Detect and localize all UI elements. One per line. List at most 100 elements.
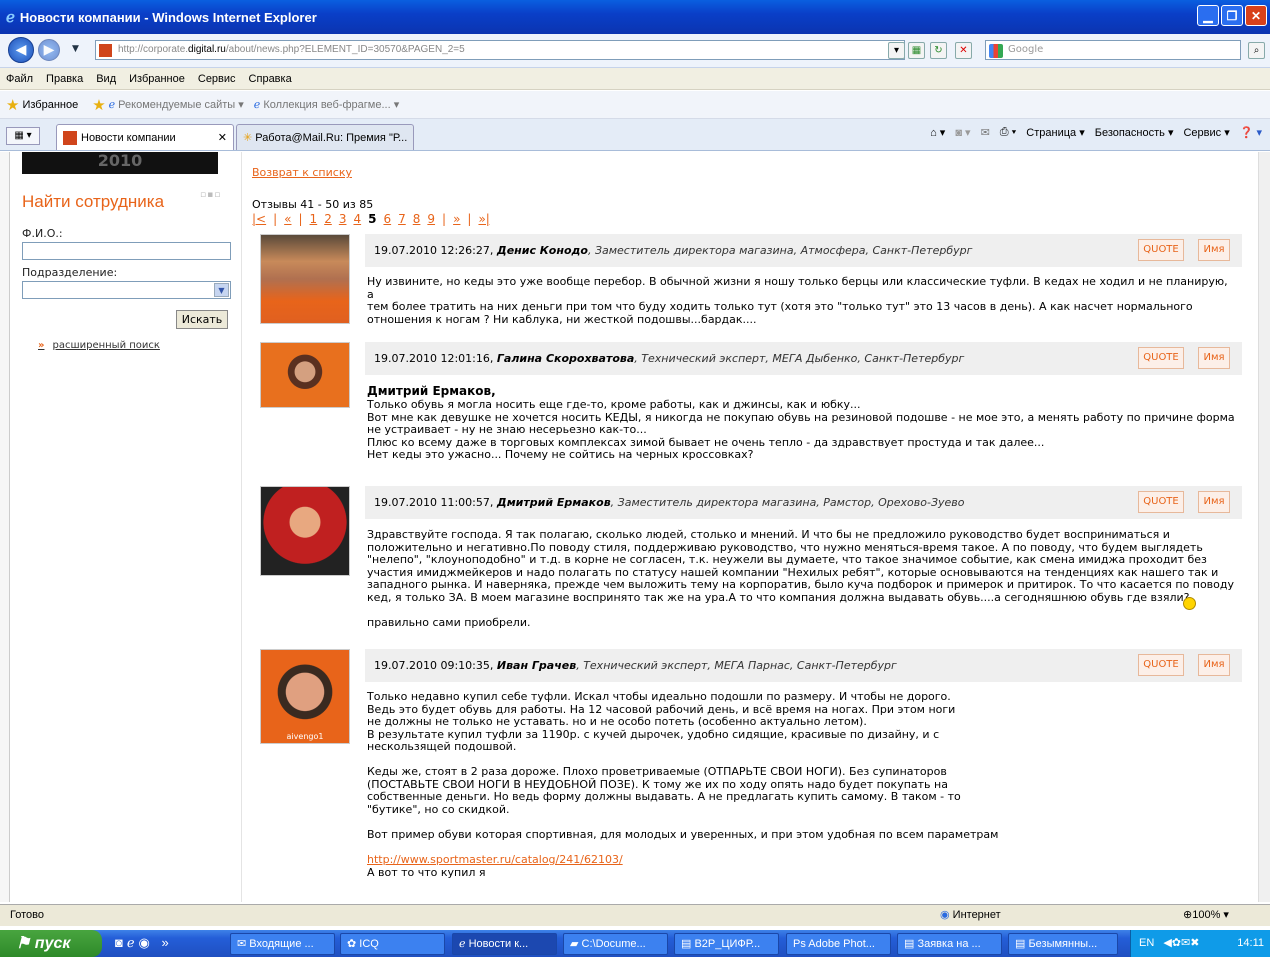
menu-edit[interactable]: Правка <box>40 73 90 85</box>
address-input[interactable]: http://corporate.digital.ru/about/news.p… <box>95 40 905 60</box>
tab-mailru-label: Работа@Mail.Ru: Премия "Р... <box>255 131 408 144</box>
review-author[interactable]: Дмитрий Ермаков <box>497 496 611 509</box>
name-button[interactable]: Имя <box>1198 491 1230 513</box>
quote-button[interactable]: QUOTE <box>1138 491 1184 513</box>
address-toolbar: ◀ ▶ ▼ http://corporate.digital.ru/about/… <box>0 34 1270 68</box>
quote-button[interactable]: QUOTE <box>1138 239 1184 261</box>
page-menu[interactable]: Страница ▾ <box>1026 126 1084 139</box>
task-untitled[interactable]: ▤ Безымянны... <box>1008 933 1118 955</box>
menu-help[interactable]: Справка <box>243 73 299 85</box>
task-inbox[interactable]: ✉ Входящие ... <box>230 933 335 955</box>
maximize-button[interactable]: ❐ <box>1221 5 1243 26</box>
language-indicator[interactable]: EN <box>1139 937 1154 949</box>
advanced-search-link[interactable]: » расширенный поиск <box>38 340 160 351</box>
print-icon[interactable]: ⎙ ▾ <box>1000 126 1016 139</box>
fio-label: Ф.И.О.: <box>22 227 63 240</box>
mail-icon[interactable]: ✉ <box>981 126 990 139</box>
add-favorite-icon[interactable]: ★ <box>92 96 105 114</box>
menu-tools[interactable]: Сервис <box>192 73 243 85</box>
find-button[interactable]: Искать <box>176 310 228 329</box>
task-label: ICQ <box>359 938 379 950</box>
pager-last[interactable]: »| <box>478 212 489 226</box>
review-author-role: , Заместитель директора магазина, Рамсто… <box>610 496 965 509</box>
pager-page-9[interactable]: 9 <box>427 212 435 226</box>
tab-close-icon[interactable]: ✕ <box>218 131 227 144</box>
refresh-icon[interactable]: ↻ <box>930 42 947 59</box>
tab-mailru[interactable]: ✳ Работа@Mail.Ru: Премия "Р... <box>236 124 414 150</box>
back-to-list-link[interactable]: Возврат к списку <box>252 166 352 179</box>
feeds-icon[interactable]: ◙ ▾ <box>955 126 970 139</box>
tab-favicon-icon <box>63 130 77 145</box>
tools-menu[interactable]: Сервис ▾ <box>1183 126 1229 139</box>
search-icon[interactable]: ⌕ <box>1248 42 1265 59</box>
menu-favorites[interactable]: Избранное <box>123 73 192 85</box>
task-icq[interactable]: ✿ ICQ <box>340 933 445 955</box>
pager-prev[interactable]: « <box>284 212 291 226</box>
favorites-button[interactable]: Избранное <box>22 99 78 111</box>
pager-sep: | <box>442 212 447 226</box>
pager-page-6[interactable]: 6 <box>383 212 391 226</box>
url-dropdown-icon[interactable]: ▾ <box>888 42 905 59</box>
pager-page-7[interactable]: 7 <box>398 212 406 226</box>
review-header: 19.07.2010 12:01:16, Галина Скорохватова… <box>365 342 1242 375</box>
compatibility-icon[interactable]: ▦ <box>908 42 925 59</box>
home-icon[interactable]: ⌂ ▾ <box>930 126 945 139</box>
task-ie-news[interactable]: ℯ Новости к... <box>452 933 557 955</box>
name-button[interactable]: Имя <box>1198 347 1230 369</box>
department-select[interactable]: ▼ <box>22 281 231 299</box>
pager-page-8[interactable]: 8 <box>413 212 421 226</box>
history-dropdown-icon[interactable]: ▼ <box>72 44 79 54</box>
minimize-button[interactable]: ▁ <box>1197 5 1219 26</box>
forward-button[interactable]: ▶ <box>38 39 60 61</box>
zoom-control[interactable]: ⊕100% ▾ <box>1183 905 1229 925</box>
review-text: Ну извините, но кеды это уже вообще пере… <box>367 275 1228 326</box>
sportmaster-link[interactable]: http://www.sportmaster.ru/catalog/241/62… <box>367 853 623 866</box>
site-favicon-icon <box>99 44 112 57</box>
review-date: 19.07.2010 12:26:27, <box>374 244 494 257</box>
fio-input[interactable] <box>22 242 231 260</box>
stop-icon[interactable]: ✕ <box>955 42 972 59</box>
pager-page-1[interactable]: 1 <box>310 212 318 226</box>
tray-icons[interactable]: ◀✿✉✖ <box>1163 937 1199 949</box>
task-explorer[interactable]: ▰ C:\Docume... <box>563 933 668 955</box>
quick-launch-icons[interactable]: ◙ℯ◉ » <box>115 935 173 951</box>
page-left-edge <box>0 152 10 902</box>
pager-first[interactable]: |< <box>252 212 266 226</box>
security-zone: ◉ Интернет <box>940 905 1001 925</box>
chevron-down-icon[interactable]: ▼ <box>214 283 229 297</box>
smiley-icon <box>1183 597 1196 610</box>
close-button[interactable]: ✕ <box>1245 5 1267 26</box>
pager-next[interactable]: » <box>453 212 460 226</box>
author-avatar <box>260 234 350 324</box>
tab-news[interactable]: Новости компании ✕ <box>56 124 234 150</box>
security-menu[interactable]: Безопасность ▾ <box>1095 126 1174 139</box>
quote-button[interactable]: QUOTE <box>1138 654 1184 676</box>
quick-tabs-icon[interactable]: ▦ ▾ <box>6 127 40 145</box>
task-b2p[interactable]: ▤ B2P_ЦИФР... <box>674 933 779 955</box>
menu-view[interactable]: Вид <box>90 73 123 85</box>
help-icon[interactable]: ❓ ▾ <box>1240 126 1262 139</box>
webslice-gallery[interactable]: Коллекция веб-фрагме... ▾ <box>263 98 399 111</box>
start-button[interactable]: ⚑ пуск <box>0 930 102 957</box>
search-input[interactable]: Google <box>985 40 1241 60</box>
review-author[interactable]: Денис Конодо <box>497 244 588 257</box>
pager-page-4[interactable]: 4 <box>353 212 361 226</box>
quote-button[interactable]: QUOTE <box>1138 347 1184 369</box>
review-author[interactable]: Иван Грачев <box>497 659 576 672</box>
globe-icon: ◉ <box>940 909 950 921</box>
name-button[interactable]: Имя <box>1198 654 1230 676</box>
review-addressee: Дмитрий Ермаков, <box>367 384 496 398</box>
recommended-sites[interactable]: Рекомендуемые сайты ▾ <box>118 98 244 111</box>
url-path: /about/news.php?ELEMENT_ID=30570&PAGEN_2… <box>225 44 465 55</box>
review-author[interactable]: Галина Скорохватова <box>497 352 634 365</box>
menu-file[interactable]: Файл <box>0 73 40 85</box>
vertical-scrollbar[interactable] <box>1258 152 1270 902</box>
task-photoshop[interactable]: Ps Adobe Phot... <box>786 933 891 955</box>
task-request[interactable]: ▤ Заявка на ... <box>897 933 1002 955</box>
back-button[interactable]: ◀ <box>8 37 34 63</box>
name-button[interactable]: Имя <box>1198 239 1230 261</box>
review-date: 19.07.2010 09:10:35, <box>374 659 494 672</box>
sidebar: 2010 Найти сотрудника ▫▪▫ Ф.И.О.: Подраз… <box>10 152 242 902</box>
pager-page-2[interactable]: 2 <box>324 212 332 226</box>
pager-page-3[interactable]: 3 <box>339 212 347 226</box>
